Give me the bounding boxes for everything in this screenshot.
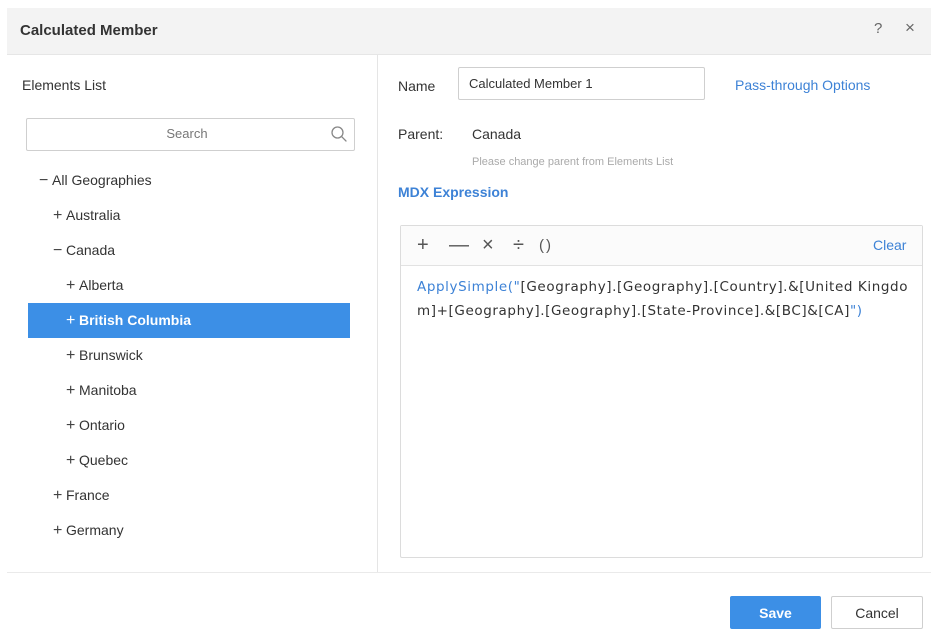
mdx-expression-editor: + — × ÷ () Clear ApplySimple("[Geography…	[400, 225, 923, 558]
name-input[interactable]	[458, 67, 705, 100]
expand-icon[interactable]: +	[53, 198, 66, 233]
collapse-icon[interactable]: −	[53, 233, 66, 268]
expression-function-close: ")	[849, 303, 863, 319]
tree-item-label: Australia	[66, 207, 121, 223]
parent-hint: Please change parent from Elements List	[472, 156, 674, 168]
name-label: Name	[398, 78, 436, 94]
clear-button[interactable]: Clear	[873, 237, 906, 253]
tree-item-label: Alberta	[79, 277, 124, 293]
expand-icon[interactable]: +	[66, 373, 79, 408]
search-icon[interactable]	[330, 125, 348, 143]
dialog-title: Calculated Member	[20, 22, 158, 39]
parentheses-button[interactable]: ()	[539, 233, 553, 259]
help-icon[interactable]: ?	[874, 20, 882, 37]
tree-item[interactable]: + Alberta	[28, 268, 350, 303]
collapse-icon[interactable]: −	[39, 163, 52, 198]
tree-item-label: British Columbia	[79, 312, 192, 328]
operator-toolbar: + — × ÷ () Clear	[401, 226, 922, 266]
tree-item[interactable]: + Brunswick	[28, 338, 350, 373]
tree-item-label: Brunswick	[79, 347, 143, 363]
tree-item[interactable]: + British Columbia	[28, 303, 350, 338]
expand-icon[interactable]: +	[66, 443, 79, 478]
tree-item[interactable]: + France	[28, 478, 350, 513]
multiply-operator-button[interactable]: ×	[482, 232, 494, 258]
mdx-expression-title: MDX Expression	[398, 184, 509, 200]
elements-tree: − All Geographies + Australia − Canada + Albert…	[28, 163, 350, 548]
close-icon[interactable]: ×	[905, 18, 915, 38]
footer-divider	[7, 572, 931, 573]
elements-list-panel: Elements List −All Geographies+Australia…	[7, 55, 378, 572]
plus-operator-button[interactable]: +	[417, 232, 429, 258]
tree-item[interactable]: + Manitoba	[28, 373, 350, 408]
expand-icon[interactable]: +	[66, 338, 79, 373]
tree-item[interactable]: − All Geographies	[28, 163, 350, 198]
divide-operator-button[interactable]: ÷	[513, 232, 524, 258]
cancel-button[interactable]: Cancel	[831, 596, 923, 629]
tree-item[interactable]: + Australia	[28, 198, 350, 233]
elements-list-title: Elements List	[22, 77, 107, 93]
tree-item[interactable]: + Ontario	[28, 408, 350, 443]
tree-item[interactable]: + Quebec	[28, 443, 350, 478]
expand-icon[interactable]: +	[53, 478, 66, 513]
expand-icon[interactable]: +	[66, 268, 79, 303]
save-button[interactable]: Save	[730, 596, 821, 629]
pass-through-options-link[interactable]: Pass-through Options	[735, 77, 870, 93]
tree-item[interactable]: + Germany	[28, 513, 350, 548]
calculated-member-dialog: Calculated Member ? × Elements List −All…	[0, 0, 933, 629]
expand-icon[interactable]: +	[66, 408, 79, 443]
member-form-panel: Name Pass-through Options Parent: Canada…	[378, 55, 931, 572]
expand-icon[interactable]: +	[66, 303, 79, 338]
expression-text[interactable]: ApplySimple("[Geography].[Geography].[Co…	[417, 275, 913, 323]
tree-item-label: All Geographies	[52, 172, 152, 188]
tree-item-label: France	[66, 487, 110, 503]
tree-item-label: Ontario	[79, 417, 125, 433]
expand-icon[interactable]: +	[53, 513, 66, 548]
expression-function-open: ApplySimple("	[417, 279, 521, 295]
dialog-header: Calculated Member ? ×	[7, 8, 931, 55]
tree-item-label: Quebec	[79, 452, 129, 468]
minus-operator-button[interactable]: —	[449, 232, 469, 258]
tree-item-label: Germany	[66, 522, 124, 538]
search-box	[26, 118, 355, 151]
search-input[interactable]	[27, 119, 327, 148]
parent-label: Parent:	[398, 126, 444, 142]
tree-item-label: Manitoba	[79, 382, 137, 398]
parent-value: Canada	[472, 126, 522, 142]
tree-item[interactable]: − Canada	[28, 233, 350, 268]
tree-item-label: Canada	[66, 242, 116, 258]
